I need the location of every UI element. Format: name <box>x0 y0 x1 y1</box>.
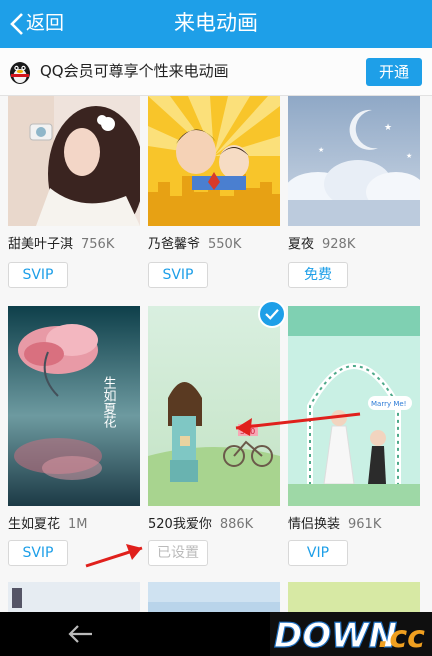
card-1-badge[interactable]: SVIP <box>8 262 68 288</box>
card-6-meta: 情侣换装 961K <box>288 516 381 534</box>
card-1-meta: 甜美叶子淇 756K <box>8 236 114 254</box>
watermark-logo: DOWN .cc <box>270 612 432 656</box>
card-2-meta: 乃爸馨爷 550K <box>148 236 241 254</box>
card-2-name: 乃爸馨爷 <box>148 237 201 252</box>
promo-text: QQ会员可尊享个性来电动画 <box>40 62 229 80</box>
thumbnail-4[interactable]: 生如夏花 <box>8 306 140 506</box>
qq-penguin-icon <box>10 62 30 84</box>
card-1-size: 756K <box>81 237 115 252</box>
card-3-meta: 夏夜 928K <box>288 236 355 254</box>
card-4-name: 生如夏花 <box>8 517 61 532</box>
card-6-badge[interactable]: VIP <box>288 540 348 566</box>
card-6-name: 情侣换装 <box>288 517 341 532</box>
top-bar: 返回 来电动画 <box>0 0 432 48</box>
thumbnail-1[interactable] <box>8 96 140 226</box>
svg-text:.cc: .cc <box>378 620 425 655</box>
card-1-name: 甜美叶子淇 <box>8 237 74 252</box>
card-6-size: 961K <box>348 517 382 532</box>
thumbnail-2[interactable] <box>148 96 280 226</box>
svg-text:★: ★ <box>384 123 392 133</box>
selected-check-icon <box>258 300 286 328</box>
promo-bar: QQ会员可尊享个性来电动画 开通 <box>0 48 432 96</box>
card-5-meta: 520我爱你 886K <box>148 516 253 534</box>
nav-back-icon[interactable] <box>66 622 94 646</box>
app-window: 返回 来电动画 QQ会员可尊享个性来电动画 开通 甜美叶子淇 756K SVIP… <box>0 0 432 656</box>
thumbnail-3[interactable]: ★ ★ ★ <box>288 96 420 226</box>
card-5-name: 520我爱你 <box>148 517 212 532</box>
card-3-badge[interactable]: 免费 <box>288 262 348 288</box>
card-2-badge[interactable]: SVIP <box>148 262 208 288</box>
page-title: 来电动画 <box>174 11 258 35</box>
thumbnail-5[interactable]: 520 <box>148 306 280 506</box>
card-4-meta: 生如夏花 1M <box>8 516 88 534</box>
card-4-size: 1M <box>68 517 88 532</box>
thumbnail-6[interactable]: Marry Me! <box>288 306 420 506</box>
card-4-badge[interactable]: SVIP <box>8 540 68 566</box>
card-2-size: 550K <box>208 237 242 252</box>
sign-520-text: 520 <box>240 427 255 436</box>
svg-text:★: ★ <box>406 152 412 160</box>
card-5-size: 886K <box>219 517 254 532</box>
marry-me-sign-text: Marry Me! <box>371 400 406 408</box>
open-membership-button[interactable]: 开通 <box>366 58 422 86</box>
card-3-name: 夏夜 <box>288 237 315 252</box>
card-5-badge[interactable]: 已设置 <box>148 540 208 566</box>
bird-title-text: 生如夏花 <box>101 376 117 429</box>
card-3-size: 928K <box>322 237 356 252</box>
svg-text:★: ★ <box>318 146 324 154</box>
